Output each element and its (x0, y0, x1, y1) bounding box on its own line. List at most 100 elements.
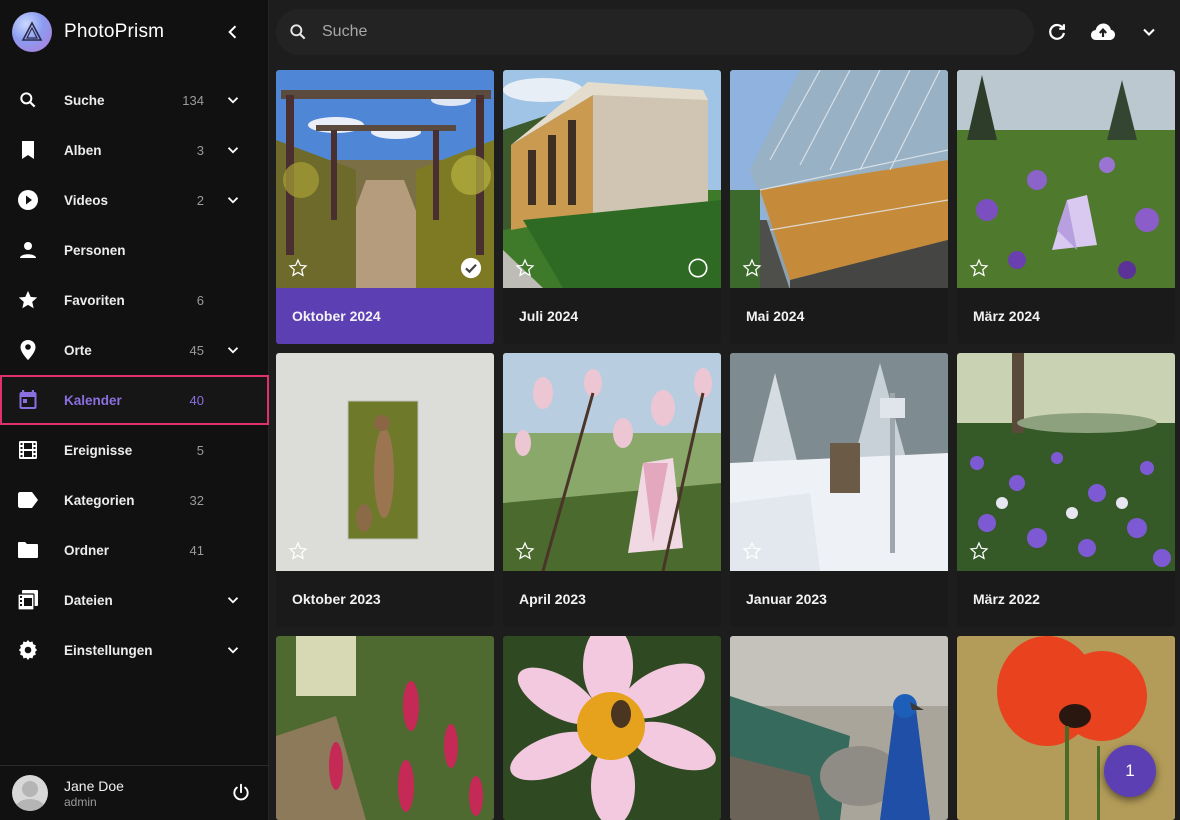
check-circle-icon[interactable] (460, 257, 482, 279)
album-card[interactable] (276, 636, 494, 820)
chevron-down-icon (1143, 28, 1155, 36)
sidebar-item-label: Dateien (64, 592, 113, 608)
menu-expand-button[interactable] (1137, 20, 1161, 44)
sidebar-item-count: 134 (182, 92, 204, 108)
sidebar-item-label: Kalender (64, 392, 122, 408)
album-thumbnail[interactable] (957, 70, 1175, 288)
sidebar-item-dateien[interactable]: Dateien (0, 575, 269, 625)
sidebar-item-alben[interactable]: Alben 3 (0, 125, 269, 175)
sidebar-item-einstellungen[interactable]: Einstellungen (0, 625, 269, 675)
album-title: März 2024 (957, 288, 1175, 344)
sidebar-item-ordner[interactable]: Ordner 41 (0, 525, 269, 575)
chevron-down-icon[interactable] (221, 638, 245, 662)
sidebar-item-videos[interactable]: Videos 2 (0, 175, 269, 225)
favorite-star-icon[interactable] (288, 258, 308, 278)
sidebar-item-count: 40 (189, 392, 204, 408)
album-card[interactable]: April 2023 (503, 353, 721, 627)
album-card[interactable]: März 2022 (957, 353, 1175, 627)
chevron-left-icon (228, 25, 237, 39)
album-title: April 2023 (503, 571, 721, 627)
sidebar-item-kategorien[interactable]: Kategorien 32 (0, 475, 269, 525)
album-card[interactable] (730, 636, 948, 820)
power-icon (233, 783, 249, 801)
sidebar-item-count: 3 (196, 142, 204, 158)
logout-button[interactable] (229, 781, 253, 805)
sidebar-item-label: Videos (64, 192, 109, 208)
sidebar-item-suche[interactable]: Suche 134 (0, 75, 269, 125)
album-card[interactable]: Oktober 2024 (276, 70, 494, 344)
select-circle-icon[interactable] (687, 257, 709, 279)
sidebar-item-count: 2 (196, 192, 204, 208)
chevron-down-icon[interactable] (221, 188, 245, 212)
sidebar-item-label: Favoriten (64, 292, 125, 308)
album-thumbnail[interactable] (276, 70, 494, 288)
album-title: Oktober 2024 (276, 288, 494, 344)
person-icon (17, 239, 39, 261)
sidebar-item-label: Orte (64, 342, 92, 358)
selection-count-button[interactable]: 1 (1104, 745, 1156, 797)
album-card[interactable]: Oktober 2023 (276, 353, 494, 627)
favorite-star-icon[interactable] (515, 258, 535, 278)
reload-button[interactable] (1045, 20, 1069, 44)
album-thumbnail[interactable] (276, 353, 494, 571)
album-thumbnail[interactable] (957, 353, 1175, 571)
album-card[interactable] (503, 636, 721, 820)
chevron-down-icon[interactable] (221, 88, 245, 112)
favorite-star-icon[interactable] (742, 541, 762, 561)
album-thumbnail[interactable] (730, 353, 948, 571)
user-role: admin (64, 794, 97, 809)
album-thumbnail[interactable] (730, 70, 948, 288)
album-card[interactable]: Juli 2024 (503, 70, 721, 344)
chevron-down-icon[interactable] (221, 338, 245, 362)
album-card[interactable]: Mai 2024 (730, 70, 948, 344)
sidebar-item-label: Alben (64, 142, 102, 158)
chevron-down-icon[interactable] (221, 588, 245, 612)
sidebar-item-label: Ordner (64, 542, 110, 558)
sidebar-item-personen[interactable]: Personen (0, 225, 269, 275)
gear-icon (17, 639, 39, 661)
collapse-sidebar-button[interactable] (213, 12, 253, 52)
sidebar-item-kalender[interactable]: Kalender 40 (0, 375, 269, 425)
upload-button[interactable] (1090, 20, 1116, 44)
album-thumbnail[interactable] (503, 636, 721, 820)
chevron-down-icon[interactable] (221, 138, 245, 162)
calendar-icon (17, 389, 39, 411)
album-title: Juli 2024 (503, 288, 721, 344)
favorite-star-icon[interactable] (515, 541, 535, 561)
sidebar-item-label: Kategorien (64, 492, 135, 508)
bookmark-icon (17, 139, 39, 161)
photoprism-logo-icon[interactable] (12, 12, 52, 52)
search-input[interactable] (322, 23, 972, 41)
sidebar-item-label: Suche (64, 92, 105, 108)
album-thumbnail[interactable] (276, 636, 494, 820)
album-thumbnail[interactable] (503, 353, 721, 571)
play-circle-icon (17, 189, 39, 211)
avatar[interactable] (12, 775, 48, 811)
sidebar-item-label: Personen (64, 242, 126, 258)
album-card[interactable]: Januar 2023 (730, 353, 948, 627)
sidebar-item-label: Einstellungen (64, 642, 153, 658)
favorite-star-icon[interactable] (969, 541, 989, 561)
user-panel[interactable]: Jane Doe admin (0, 765, 269, 820)
search-bar[interactable] (276, 9, 1034, 55)
favorite-star-icon[interactable] (288, 541, 308, 561)
user-name: Jane Doe (64, 777, 124, 794)
sidebar-item-label: Ereignisse (64, 442, 133, 458)
search-icon (17, 89, 39, 111)
album-thumbnail[interactable] (503, 70, 721, 288)
album-thumbnail[interactable] (730, 636, 948, 820)
sidebar-item-orte[interactable]: Orte 45 (0, 325, 269, 375)
sidebar: PhotoPrism Suche 134 Alben 3 Videos 2 Pe… (0, 0, 269, 820)
sidebar-item-favoriten[interactable]: Favoriten 6 (0, 275, 269, 325)
cloud-upload-icon (1091, 23, 1115, 40)
star-icon (17, 289, 39, 311)
sidebar-item-count: 45 (189, 342, 204, 358)
label-icon (17, 489, 39, 511)
favorite-star-icon[interactable] (969, 258, 989, 278)
favorite-star-icon[interactable] (742, 258, 762, 278)
film-icon (17, 439, 39, 461)
sidebar-item-ereignisse[interactable]: Ereignisse 5 (0, 425, 269, 475)
brand: PhotoPrism (0, 0, 268, 64)
album-title: Januar 2023 (730, 571, 948, 627)
album-card[interactable]: März 2024 (957, 70, 1175, 344)
